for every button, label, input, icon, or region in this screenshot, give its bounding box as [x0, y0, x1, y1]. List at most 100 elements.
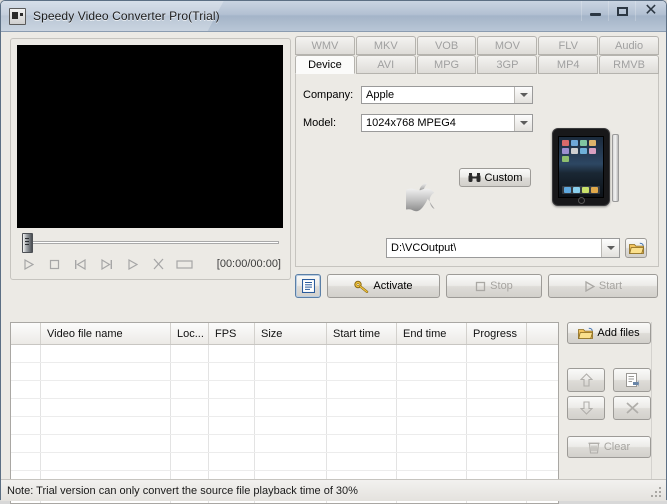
company-select[interactable]: Apple — [361, 86, 533, 104]
tab-audio[interactable]: Audio — [599, 36, 659, 55]
table-row[interactable] — [11, 345, 558, 363]
table-cell — [41, 399, 171, 416]
ipad-icon — [571, 140, 578, 146]
next-button[interactable] — [93, 254, 119, 274]
resize-grip[interactable] — [650, 486, 663, 499]
chevron-down-icon[interactable] — [514, 115, 532, 131]
add-files-button[interactable]: Add files — [567, 322, 651, 344]
move-down-button[interactable] — [567, 396, 605, 420]
remove-button[interactable] — [613, 396, 651, 420]
format-tab-row-1: WMV MKV VOB MOV FLV Audio — [295, 36, 659, 55]
table-cell — [171, 417, 209, 434]
table-cell — [11, 381, 41, 398]
tab-mkv[interactable]: MKV — [355, 36, 416, 55]
output-path-input[interactable]: D:\VCOutput\ — [386, 238, 620, 258]
tab-device[interactable]: Device — [295, 55, 355, 74]
stop-button[interactable]: Stop — [446, 274, 542, 298]
ipad-dock-icon — [573, 187, 580, 193]
table-cell — [467, 435, 527, 452]
crop-button[interactable] — [171, 254, 197, 274]
seek-thumb[interactable] — [22, 233, 33, 253]
tab-wmv[interactable]: WMV — [295, 36, 355, 55]
ipad-icon — [571, 148, 578, 154]
model-select[interactable]: 1024x768 MPEG4 — [361, 114, 533, 132]
previous-button[interactable] — [67, 254, 93, 274]
stop-button[interactable] — [41, 254, 67, 274]
table-row[interactable] — [11, 417, 558, 435]
table-cell — [209, 453, 255, 470]
output-path-row: D:\VCOutput\ — [386, 238, 647, 258]
table-row[interactable] — [11, 381, 558, 399]
column-header-select[interactable] — [11, 323, 41, 344]
properties-button[interactable] — [613, 368, 651, 392]
tab-flv[interactable]: FLV — [538, 36, 599, 55]
table-row[interactable] — [11, 399, 558, 417]
ipad-dock-icon — [591, 187, 598, 193]
tab-rmvb[interactable]: RMVB — [599, 55, 659, 74]
column-header-location[interactable]: Loc... — [171, 323, 209, 344]
table-cell — [327, 435, 397, 452]
table-row[interactable] — [11, 363, 558, 381]
ipad-icon — [589, 148, 596, 154]
tab-mp4[interactable]: MP4 — [538, 55, 599, 74]
key-icon — [354, 280, 369, 293]
app-icon — [9, 7, 26, 25]
chevron-down-icon[interactable] — [514, 87, 532, 103]
arrow-down-icon — [579, 401, 593, 415]
table-cell — [327, 399, 397, 416]
file-list-panel[interactable]: Video file name Loc... FPS Size Start ti… — [10, 322, 559, 504]
play-segment-button[interactable] — [119, 254, 145, 274]
minimize-button[interactable] — [581, 1, 608, 21]
minimize-icon — [589, 12, 601, 16]
column-header-fps[interactable]: FPS — [209, 323, 255, 344]
log-button[interactable] — [295, 274, 321, 298]
play-button[interactable] — [15, 254, 41, 274]
table-cell — [397, 381, 467, 398]
table-cell — [467, 399, 527, 416]
activate-button[interactable]: Activate — [327, 274, 440, 298]
tab-mpg[interactable]: MPG — [416, 55, 477, 74]
close-button[interactable]: ✕ — [635, 1, 666, 21]
table-row[interactable] — [11, 453, 558, 471]
table-cell — [527, 345, 558, 362]
column-header-extra[interactable] — [527, 323, 558, 344]
column-header-size[interactable]: Size — [255, 323, 327, 344]
table-cell — [255, 399, 327, 416]
column-header-end-time[interactable]: End time — [397, 323, 467, 344]
preview-panel: [00:00/00:00] — [10, 38, 291, 280]
ipad-side-view — [612, 134, 619, 202]
move-up-button[interactable] — [567, 368, 605, 392]
start-button[interactable]: Start — [548, 274, 658, 298]
clear-button[interactable]: Clear — [567, 436, 651, 458]
custom-button[interactable]: Custom — [459, 168, 531, 187]
chevron-down-icon[interactable] — [601, 239, 619, 257]
table-cell — [327, 417, 397, 434]
table-cell — [397, 399, 467, 416]
tab-vob[interactable]: VOB — [416, 36, 477, 55]
device-preview-image — [550, 128, 628, 209]
table-row[interactable] — [11, 435, 558, 453]
table-cell — [255, 453, 327, 470]
ipad-icon — [589, 140, 596, 146]
tab-mov[interactable]: MOV — [477, 36, 538, 55]
column-header-video-file-name[interactable]: Video file name — [41, 323, 171, 344]
table-cell — [327, 453, 397, 470]
cut-button[interactable] — [145, 254, 171, 274]
format-tabs: WMV MKV VOB MOV FLV Audio Device AVI MPG… — [295, 36, 659, 74]
column-header-progress[interactable]: Progress — [467, 323, 527, 344]
tab-avi[interactable]: AVI — [355, 55, 416, 74]
table-cell — [327, 363, 397, 380]
clear-button-label: Clear — [603, 441, 631, 453]
browse-folder-button[interactable] — [625, 238, 647, 258]
tab-3gp[interactable]: 3GP — [477, 55, 538, 74]
play-icon — [584, 280, 595, 292]
video-preview-area[interactable] — [17, 45, 283, 228]
maximize-button[interactable] — [608, 1, 635, 21]
seek-track[interactable] — [27, 241, 279, 244]
seek-bar[interactable] — [17, 232, 283, 253]
table-cell — [209, 399, 255, 416]
model-value: 1024x768 MPEG4 — [366, 117, 456, 129]
table-cell — [209, 345, 255, 362]
column-header-start-time[interactable]: Start time — [327, 323, 397, 344]
close-x-icon — [625, 401, 640, 415]
